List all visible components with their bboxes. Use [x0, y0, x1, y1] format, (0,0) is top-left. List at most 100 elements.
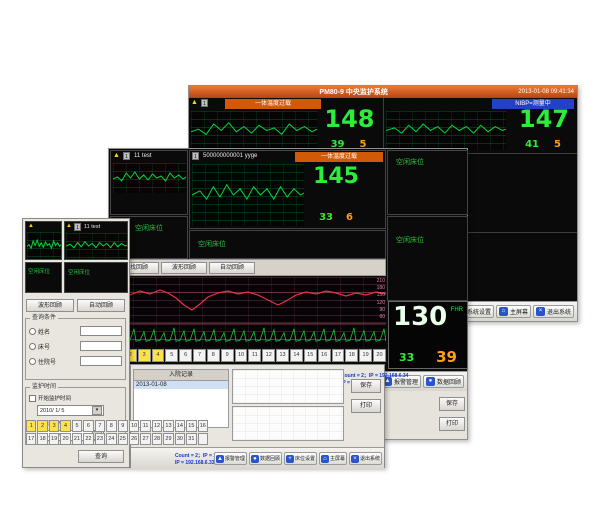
start-time-row: 开始监护时间 — [29, 394, 122, 402]
toolbar-button-icon: × — [536, 307, 545, 316]
toolbar-button[interactable]: ● 数据回顾 — [249, 452, 282, 465]
bed-selector-number: 9 — [121, 423, 124, 429]
bed-selector-box[interactable]: 15 — [186, 420, 196, 432]
bed-selector-box[interactable]: 17 — [332, 349, 345, 362]
toolbar-button[interactable]: × 退出系统 — [349, 452, 382, 465]
bed-number-box: 1 — [123, 152, 130, 160]
bed-selector-box[interactable]: 8 — [207, 349, 220, 362]
radio-button[interactable] — [29, 343, 36, 350]
bed-selector-box[interactable]: 14 — [290, 349, 303, 362]
bed-selector-box[interactable]: 11 — [140, 420, 150, 432]
bed-selector-box[interactable]: 13 — [163, 420, 173, 432]
bed-selector-box[interactable]: 3 — [138, 349, 151, 362]
bed-selector-box[interactable]: 8 — [106, 420, 116, 432]
print-button[interactable]: 打印 — [439, 417, 465, 431]
bed-selector-box[interactable]: 10 — [129, 420, 139, 432]
bed-selector-box[interactable]: 3 — [49, 420, 59, 432]
bed-panel-idle[interactable]: 空闲床位 — [387, 150, 468, 215]
bed-selector-number: 14 — [293, 352, 299, 358]
toolbar-button[interactable]: ⌂ 主屏幕 — [496, 305, 531, 318]
start-date-select[interactable]: 2010/ 1/ 5 ▾ — [37, 405, 104, 416]
bed-selector-box[interactable]: 13 — [276, 349, 289, 362]
window-titlebar[interactable]: PM80-9 中央监护系统 2013-01-08 09:41:34 — [189, 86, 577, 98]
bed-selector-box[interactable]: 12 — [152, 420, 162, 432]
bed-panel-idle[interactable]: 空闲床位 — [25, 262, 62, 293]
bed-selector-box[interactable]: 29 — [163, 433, 173, 445]
bed-selector-box[interactable]: 28 — [152, 433, 162, 445]
bed-selector-box[interactable]: 16 — [318, 349, 331, 362]
bed-selector-box[interactable]: 30 — [175, 433, 185, 445]
waveform-review-button[interactable]: 波形回顾 — [26, 299, 74, 312]
bed-selector-box[interactable]: 25 — [118, 433, 128, 445]
bed-panel-alarm-148[interactable]: ▲ 1 一体温度过载 148 39 5 — [189, 98, 383, 153]
query-text-input[interactable] — [80, 326, 122, 336]
bed-selector-box[interactable]: 27 — [140, 433, 150, 445]
bed-selector-box[interactable]: 23 — [95, 433, 105, 445]
bed-selector-box[interactable]: 6 — [83, 420, 93, 432]
bed-selector-number: 7 — [98, 423, 101, 429]
bed-selector-box[interactable]: 2 — [37, 420, 47, 432]
checkbox[interactable] — [29, 395, 36, 402]
bed-panel-test[interactable]: ▲ 1 11 test — [64, 221, 128, 260]
auto-review-button[interactable]: 自动回顾 — [77, 299, 125, 312]
bed-selector-box[interactable]: 5 — [72, 420, 82, 432]
bed-selector-box[interactable]: 19 — [359, 349, 372, 362]
save-button[interactable]: 保存 — [439, 397, 465, 411]
bed-selector-box[interactable]: 19 — [49, 433, 59, 445]
bed-selector-box[interactable]: 5 — [165, 349, 178, 362]
bed-selector-box[interactable]: 16 — [198, 420, 208, 432]
bed-selector-box[interactable]: 22 — [83, 433, 93, 445]
query-text-input[interactable] — [80, 341, 122, 351]
bed-panel-test[interactable]: ▲ 1 11 test — [110, 150, 188, 215]
radio-button[interactable] — [29, 358, 36, 365]
toolbar-button[interactable]: × 退出系统 — [533, 305, 574, 318]
toolbar-button[interactable]: + 床位设置 — [284, 452, 317, 465]
query-text-input[interactable] — [80, 356, 122, 366]
bed-selector-box[interactable]: 9 — [118, 420, 128, 432]
bed-panel-mini[interactable]: ▲ — [25, 221, 62, 260]
toolbar-button[interactable]: ▲ 报警管理 — [214, 452, 247, 465]
toolbar-button[interactable]: ● 数据回顾 — [423, 375, 464, 388]
bed-selector-number: 28 — [154, 436, 160, 442]
bed-selector-box[interactable]: 18 — [345, 349, 358, 362]
bed-selector-box[interactable]: 1 — [26, 420, 36, 432]
toolbar-button[interactable]: ⌂ 主屏幕 — [319, 452, 347, 465]
print-button[interactable]: 打印 — [351, 399, 381, 413]
bed-selector-number: 5 — [75, 423, 78, 429]
bed-panel-idle[interactable]: 空闲床位 — [64, 262, 128, 293]
bed-selector-box[interactable]: 4 — [60, 420, 70, 432]
bed-selector-box[interactable]: 15 — [304, 349, 317, 362]
bed-selector-box[interactable]: 31 — [186, 433, 196, 445]
bed-selector-box[interactable]: 20 — [60, 433, 70, 445]
bed-selector-box[interactable]: 26 — [129, 433, 139, 445]
bed-panel-alarm-145[interactable]: 1 500000000001 yyge 一体温度过载 145 33 6 — [189, 150, 386, 229]
bed-selector-box[interactable]: 20 — [373, 349, 386, 362]
radio-button[interactable] — [29, 328, 36, 335]
record-list-item[interactable]: 2013-01-08 — [134, 381, 228, 389]
bed-panel-idle[interactable]: 空闲床位 — [189, 230, 386, 259]
bed-panel-nibp-147[interactable]: NIBP=测量中 147 41 5 — [384, 98, 578, 153]
record-date: 2013-01-08 — [136, 382, 167, 388]
bed-selector-box[interactable]: 10 — [235, 349, 248, 362]
query-button[interactable]: 查询 — [78, 450, 124, 463]
fhr-monitor-panel[interactable]: 130 FHR 33 39 — [388, 301, 468, 369]
bed-selector-box[interactable]: 12 — [262, 349, 275, 362]
bed-selector-box[interactable]: 11 — [248, 349, 261, 362]
review-tab-button[interactable]: 波形回顾 — [161, 262, 207, 274]
bed-selector-box[interactable]: 17 — [26, 433, 36, 445]
bed-selector-box[interactable] — [198, 433, 208, 445]
bed-selector-number: 20 — [62, 436, 68, 442]
alarm-warning-icon: ▲ — [191, 99, 198, 106]
bed-selector-box[interactable]: 7 — [193, 349, 206, 362]
review-tab-button[interactable]: 自动回顾 — [209, 262, 255, 274]
bed-panel-idle[interactable]: 空闲床位 — [387, 216, 468, 301]
bed-selector-box[interactable]: 14 — [175, 420, 185, 432]
bed-selector-box[interactable]: 6 — [179, 349, 192, 362]
bed-selector-box[interactable]: 7 — [95, 420, 105, 432]
bed-selector-box[interactable]: 9 — [221, 349, 234, 362]
bed-selector-box[interactable]: 18 — [37, 433, 47, 445]
bed-selector-box[interactable]: 21 — [72, 433, 82, 445]
save-button[interactable]: 保存 — [351, 379, 381, 393]
bed-selector-box[interactable]: 24 — [106, 433, 116, 445]
bed-selector-box[interactable]: 4 — [152, 349, 165, 362]
